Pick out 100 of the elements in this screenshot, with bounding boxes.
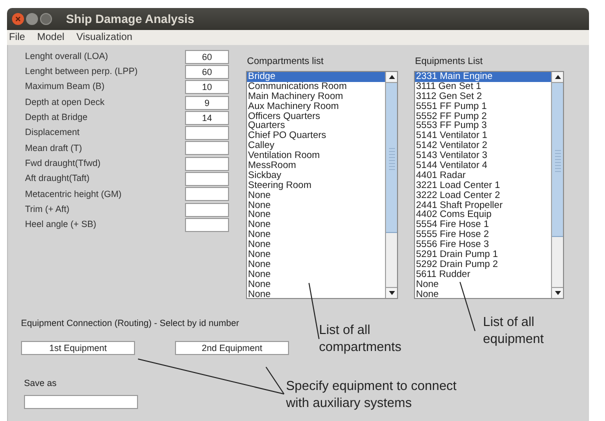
- list-item[interactable]: 2441 Shaft Propeller: [415, 200, 551, 210]
- scroll-thumb[interactable]: [386, 83, 397, 233]
- scroll-thumb[interactable]: [552, 83, 563, 237]
- list-item[interactable]: None: [247, 260, 385, 270]
- parameter-field[interactable]: 9: [185, 96, 229, 110]
- parameter-field[interactable]: 60: [185, 64, 229, 79]
- list-title: Compartments list: [247, 55, 325, 69]
- list-item[interactable]: 5291 Drain Pump 1: [415, 250, 551, 260]
- list-item[interactable]: Chief PO Quarters: [247, 131, 385, 142]
- list-item[interactable]: Sickbay: [247, 170, 385, 181]
- save-as-label: Save as: [24, 376, 57, 390]
- list-item[interactable]: Communications Room: [247, 82, 385, 92]
- close-button[interactable]: [12, 13, 24, 25]
- minimize-button[interactable]: [26, 13, 38, 25]
- scrollbar[interactable]: [551, 72, 563, 298]
- list-item[interactable]: 2331 Main Engine: [415, 72, 551, 82]
- list-item[interactable]: None: [247, 210, 385, 220]
- parameter-field[interactable]: [185, 172, 229, 186]
- up-arrow-icon: [554, 75, 560, 79]
- parameter-label: Maximum Beam (B): [25, 80, 105, 94]
- list-item[interactable]: 3222 Load Center 2: [415, 190, 551, 201]
- list-item[interactable]: 4401 Radar: [415, 170, 551, 181]
- list-item[interactable]: 3111 Gen Set 1: [415, 82, 551, 92]
- list-item[interactable]: None: [247, 230, 385, 240]
- parameter-field[interactable]: 10: [185, 80, 229, 94]
- up-arrow-icon: [388, 75, 394, 79]
- close-icon: [15, 16, 21, 22]
- parameter-field[interactable]: 14: [185, 110, 229, 125]
- list-item[interactable]: None: [415, 290, 551, 298]
- first-equipment-field[interactable]: 1st Equipment: [21, 340, 135, 354]
- list-item[interactable]: None: [247, 220, 385, 230]
- parameter-label: Depth at Bridge: [25, 111, 88, 124]
- list-item[interactable]: None: [247, 240, 385, 250]
- list-item[interactable]: MessRoom: [247, 161, 385, 171]
- parameter-label: Lenght between perp. (LPP): [25, 65, 138, 78]
- list-item[interactable]: 5554 Fire Hose 1: [415, 220, 551, 230]
- leader-line: [460, 282, 476, 332]
- parameter-field[interactable]: 60: [185, 50, 229, 64]
- scrollbar[interactable]: [385, 72, 397, 298]
- list-item[interactable]: None: [247, 290, 385, 298]
- down-arrow-icon: [554, 291, 560, 295]
- list-item[interactable]: 5555 Fire Hose 2: [415, 230, 551, 240]
- list-item[interactable]: None: [247, 270, 385, 280]
- list-item[interactable]: 5142 Ventilator 2: [415, 141, 551, 152]
- parameter-label: Trim (+ Aft): [25, 202, 70, 216]
- list-item[interactable]: Ventilation Room: [247, 151, 385, 162]
- list-title: Equipments List: [415, 55, 484, 69]
- list-item[interactable]: 4402 Coms Equip: [415, 210, 551, 220]
- list-item[interactable]: Quarters: [247, 121, 385, 132]
- list-item[interactable]: 5553 FF Pump 3: [415, 121, 551, 132]
- scroll-up-button[interactable]: [552, 72, 563, 83]
- parameter-field[interactable]: [185, 202, 229, 217]
- parameter-label: Mean draft (T): [25, 142, 82, 155]
- list-item[interactable]: 5144 Ventilator 4: [415, 161, 551, 171]
- parameter-label: Heel angle (+ SB): [25, 218, 96, 232]
- list-item[interactable]: Steering Room: [247, 180, 385, 191]
- parameter-field[interactable]: [185, 156, 229, 171]
- annotation-text: List of all equipment: [483, 313, 545, 347]
- list-item[interactable]: Officers Quarters: [247, 112, 385, 122]
- list-item[interactable]: 5551 FF Pump 1: [415, 102, 551, 112]
- maximize-button[interactable]: [40, 13, 52, 25]
- list-item[interactable]: None: [247, 190, 385, 201]
- scroll-down-button[interactable]: [552, 287, 563, 298]
- list-item[interactable]: 5292 Drain Pump 2: [415, 260, 551, 270]
- menu-item[interactable]: File: [9, 30, 26, 45]
- parameter-field[interactable]: [185, 218, 229, 232]
- menu-item[interactable]: Model: [37, 30, 64, 45]
- scroll-up-button[interactable]: [386, 72, 397, 83]
- second-equipment-field[interactable]: 2nd Equipment: [175, 340, 289, 354]
- save-as-field[interactable]: [24, 395, 138, 409]
- list-item[interactable]: 5141 Ventilator 1: [415, 131, 551, 142]
- list-item[interactable]: None: [247, 280, 385, 290]
- parameter-field[interactable]: [185, 126, 229, 140]
- parameter-label: Aft draught(Taft): [25, 172, 90, 186]
- parameter-label: Lenght overall (LOA): [25, 50, 108, 63]
- list-item[interactable]: None: [247, 250, 385, 260]
- routing-heading: Equipment Connection (Routing) - Select by id number: [21, 317, 240, 330]
- scroll-down-button[interactable]: [386, 287, 397, 298]
- list-item[interactable]: 3112 Gen Set 2: [415, 92, 551, 102]
- list-item[interactable]: 3221 Load Center 1: [415, 180, 551, 191]
- list-item[interactable]: None: [247, 200, 385, 210]
- list-item[interactable]: 5143 Ventilator 3: [415, 151, 551, 162]
- leader-line: [308, 282, 320, 340]
- window-title: Ship Damage Analysis: [66, 11, 194, 28]
- list-item[interactable]: Aux Machinery Room: [247, 102, 385, 112]
- list-item[interactable]: Bridge: [247, 72, 385, 82]
- list-item[interactable]: 5552 FF Pump 2: [415, 112, 551, 122]
- menu-item[interactable]: Visualization: [76, 30, 132, 45]
- list-item[interactable]: Calley: [247, 141, 385, 152]
- parameter-label: Depth at open Deck: [25, 96, 105, 109]
- parameter-field[interactable]: [185, 187, 229, 202]
- parameter-field[interactable]: [185, 141, 229, 156]
- parameter-label: Metacentric height (GM): [25, 188, 122, 201]
- list-item[interactable]: Main Machinery Room: [247, 92, 385, 102]
- list-item[interactable]: None: [415, 280, 551, 290]
- list-item[interactable]: 5556 Fire Hose 3: [415, 240, 551, 250]
- list-item[interactable]: 5611 Rudder: [415, 270, 551, 280]
- annotation-text: Specify equipment to connect with auxiliary systems: [286, 377, 458, 411]
- annotation-text: List of all compartments: [319, 321, 402, 355]
- down-arrow-icon: [388, 291, 394, 295]
